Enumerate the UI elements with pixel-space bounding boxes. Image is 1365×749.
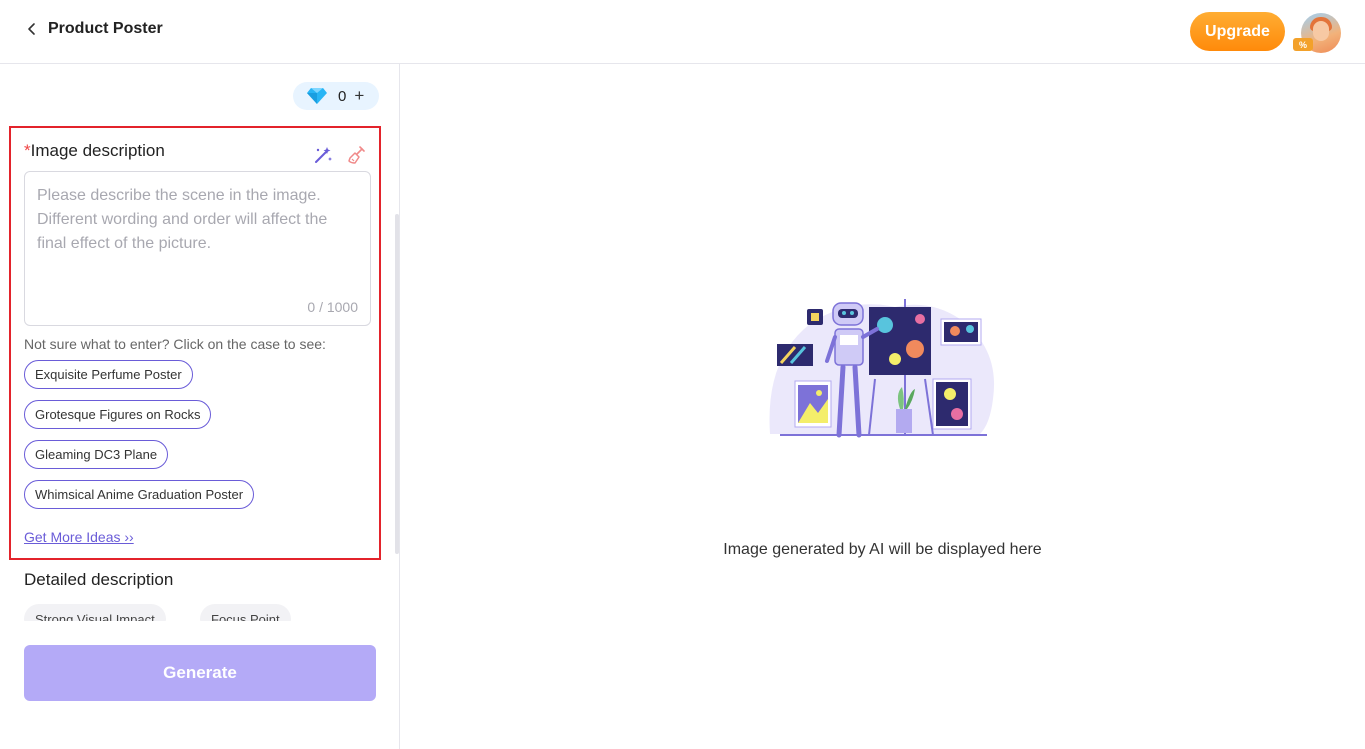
- credits-pill[interactable]: 0 +: [293, 82, 379, 110]
- image-description-box: 0 / 1000: [24, 171, 371, 326]
- robot-painter-illustration: [769, 299, 995, 438]
- clear-brush-icon[interactable]: [346, 144, 368, 166]
- example-hint: Not sure what to enter? Click on the cas…: [24, 336, 326, 352]
- diamond-icon: [307, 88, 327, 104]
- character-counter: 0 / 1000: [307, 299, 358, 315]
- get-more-ideas-link[interactable]: Get More Ideas ››: [24, 529, 134, 545]
- settings-panel: 0 + *Image description 0 / 1000 Not sure…: [0, 64, 400, 749]
- upgrade-button[interactable]: Upgrade: [1190, 12, 1285, 51]
- top-header: Product Poster Upgrade %: [0, 0, 1365, 64]
- generate-bar: Generate: [0, 621, 399, 749]
- detailed-description-label: Detailed description: [24, 570, 174, 589]
- example-chip[interactable]: Gleaming DC3 Plane: [24, 440, 169, 469]
- add-credits-icon[interactable]: +: [354, 86, 364, 106]
- credits-count: 0: [338, 87, 347, 105]
- chevron-left-icon: [28, 23, 35, 35]
- example-chip[interactable]: Whimsical Anime Graduation Poster: [24, 480, 255, 509]
- scrollbar[interactable]: [395, 214, 399, 554]
- back-button[interactable]: Product Poster: [24, 20, 163, 38]
- image-description-label: *Image description: [24, 141, 165, 160]
- discount-badge: %: [1293, 38, 1313, 51]
- example-chip[interactable]: Grotesque Figures on Rocks: [24, 400, 212, 429]
- generate-button[interactable]: Generate: [24, 645, 376, 701]
- image-description-input[interactable]: [25, 172, 370, 302]
- magic-wand-icon[interactable]: [312, 144, 334, 166]
- example-chip[interactable]: Exquisite Perfume Poster: [24, 360, 193, 389]
- result-panel: Image generated by AI will be displayed …: [400, 64, 1365, 749]
- page-title: Product Poster: [48, 20, 163, 37]
- empty-result-text: Image generated by AI will be displayed …: [723, 541, 1042, 558]
